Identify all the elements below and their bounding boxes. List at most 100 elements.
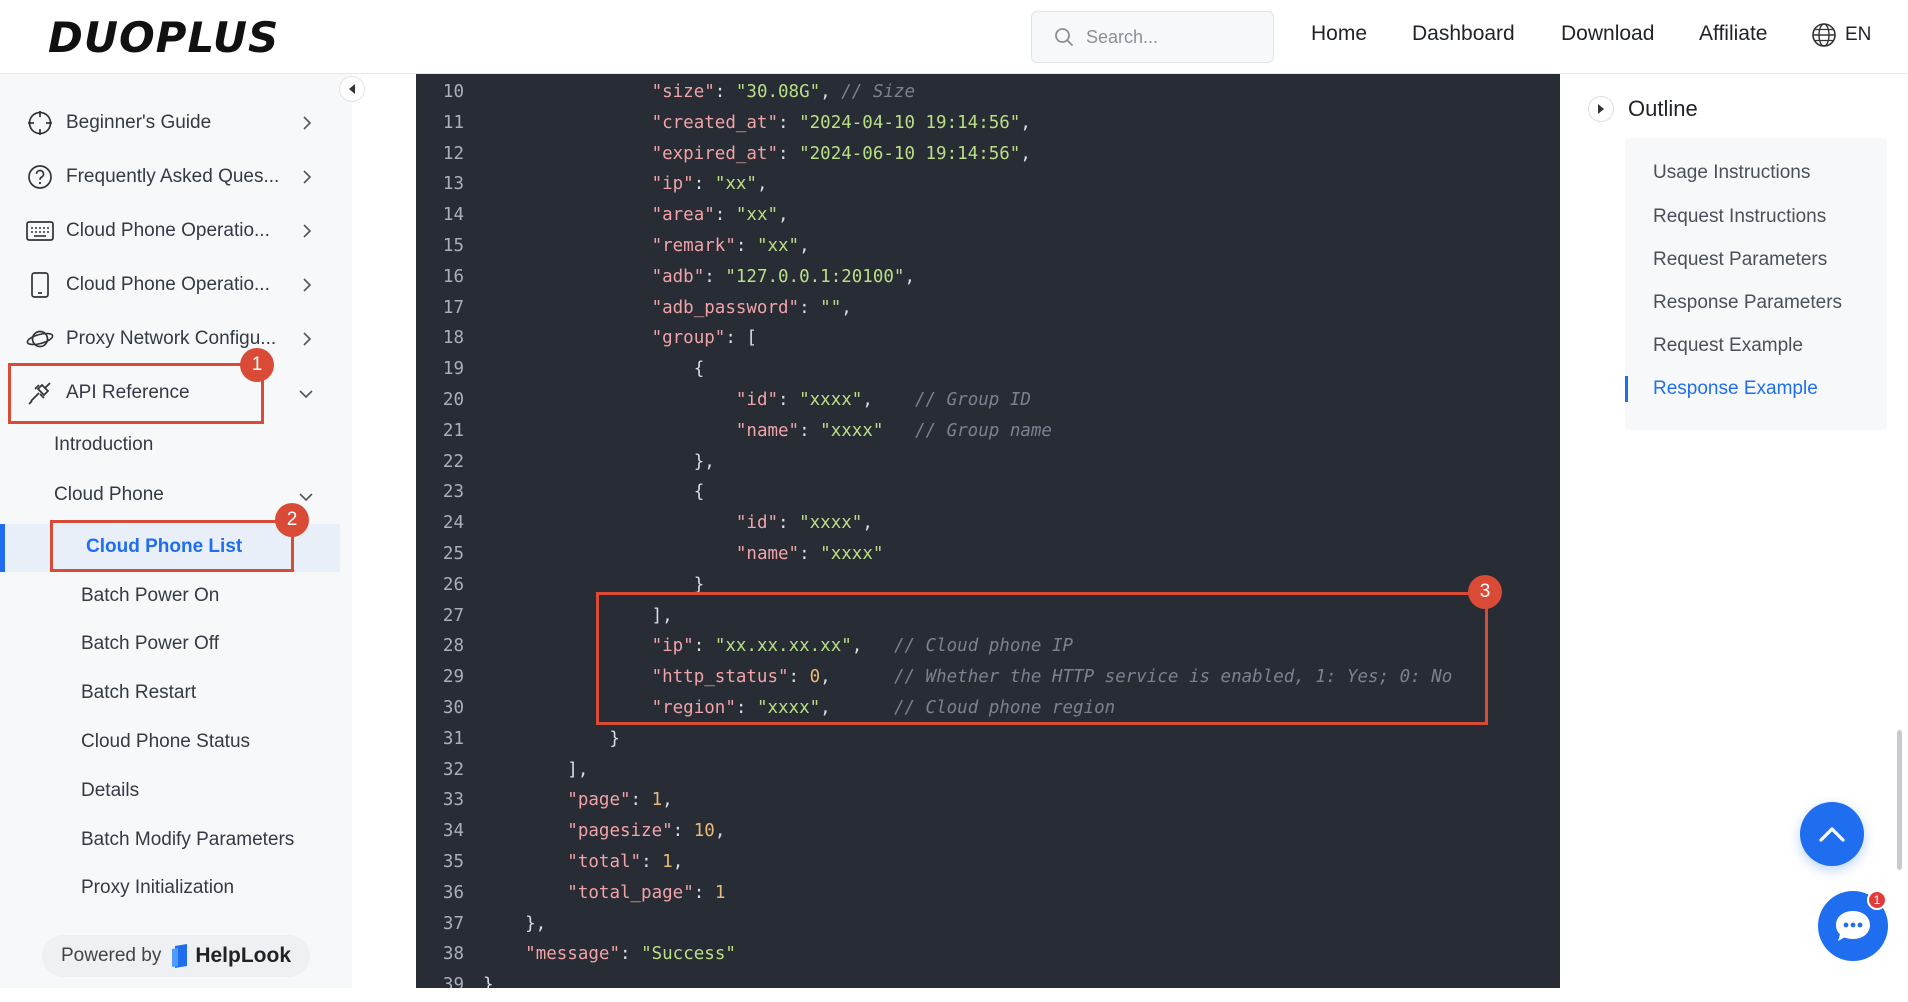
code-text: "remark": "xx", bbox=[651, 236, 810, 256]
code-text: "name": "xxxx" bbox=[735, 544, 884, 564]
line-number: 16 bbox=[442, 266, 464, 287]
language-selector[interactable]: EN bbox=[1811, 22, 1871, 48]
line-number: 10 bbox=[442, 82, 464, 102]
line-number: 20 bbox=[442, 390, 464, 410]
caret-right-icon bbox=[1598, 104, 1604, 114]
sidebar-item-proxy-initialization[interactable]: Proxy Initialization bbox=[81, 877, 234, 899]
line-number: 38 bbox=[442, 944, 464, 965]
outline-item-request-parameters[interactable]: Request Parameters bbox=[1653, 249, 1827, 271]
powered-by-label: Powered by bbox=[60, 945, 162, 966]
sidebar-item-cloud-phone[interactable]: Cloud Phone bbox=[54, 484, 164, 506]
code-line: 24 "id": "xxxx", bbox=[416, 508, 1560, 538]
code-line: 14 "area": "xx", bbox=[416, 200, 1560, 230]
line-number: 11 bbox=[442, 112, 464, 133]
line-number: 29 bbox=[442, 667, 464, 688]
sidebar-item-beginners-guide[interactable]: Beginner's Guide bbox=[26, 103, 316, 143]
code-text: }, bbox=[483, 451, 715, 472]
line-number: 21 bbox=[442, 420, 464, 441]
sidebar-item-batch-modify-parameters[interactable]: Batch Modify Parameters bbox=[81, 829, 294, 851]
annotation-box-2 bbox=[50, 520, 294, 572]
crosshair-icon bbox=[28, 111, 52, 135]
annotation-box-1 bbox=[8, 363, 264, 424]
code-text: "total": 1, bbox=[567, 852, 684, 872]
code-line: 18 "group": [ bbox=[416, 323, 1560, 353]
code-line: 32 ], bbox=[416, 755, 1560, 785]
sidebar-item-cloud-phone-operation-1[interactable]: Cloud Phone Operatio... bbox=[26, 211, 316, 251]
code-text: }, bbox=[483, 913, 547, 934]
code-text: "id": "xxxx", bbox=[735, 513, 873, 534]
code-line: 16 "adb": "127.0.0.1:20100", bbox=[416, 262, 1560, 292]
code-text: "area": "xx", bbox=[651, 205, 789, 226]
helplook-brand: HelpLook bbox=[195, 944, 291, 967]
sidebar-item-label: Cloud Phone Operatio... bbox=[66, 220, 270, 241]
outline-item-request-example[interactable]: Request Example bbox=[1653, 335, 1803, 357]
chevron-up-icon bbox=[1819, 827, 1845, 842]
keyboard-icon bbox=[26, 221, 54, 241]
line-number: 17 bbox=[442, 297, 464, 318]
nav-dashboard[interactable]: Dashboard bbox=[1412, 22, 1515, 46]
line-number: 32 bbox=[442, 759, 464, 780]
line-number: 13 bbox=[442, 174, 464, 195]
active-indicator bbox=[0, 524, 5, 572]
code-text: ], bbox=[483, 759, 589, 780]
code-line: 35 "total": 1, bbox=[416, 847, 1560, 877]
question-circle-icon bbox=[28, 165, 52, 189]
sidebar-item-details[interactable]: Details bbox=[81, 780, 139, 802]
code-text: "expired_at": "2024-06-10 19:14:56", bbox=[651, 143, 1031, 164]
code-line: 21 "name": "xxxx" // Group name bbox=[416, 416, 1560, 446]
chevron-down-icon bbox=[299, 493, 313, 502]
search-icon bbox=[1055, 28, 1073, 46]
back-to-top-button[interactable] bbox=[1800, 802, 1864, 866]
search-box[interactable] bbox=[1031, 11, 1274, 63]
top-header: DUOPLUS Home Dashboard Download Affiliat… bbox=[0, 0, 1908, 74]
outline-item-request-instructions[interactable]: Request Instructions bbox=[1653, 206, 1826, 228]
sidebar-item-batch-restart[interactable]: Batch Restart bbox=[81, 682, 196, 704]
line-number: 34 bbox=[442, 821, 464, 842]
code-text: { bbox=[483, 482, 705, 503]
annotation-box-3 bbox=[596, 592, 1488, 725]
sidebar-item-cloud-phone-status[interactable]: Cloud Phone Status bbox=[81, 731, 250, 753]
outline-item-response-example[interactable]: Response Example bbox=[1653, 378, 1818, 400]
code-line: 37 }, bbox=[416, 909, 1560, 939]
code-line: 34 "pagesize": 10, bbox=[416, 816, 1560, 846]
outline-item-response-parameters[interactable]: Response Parameters bbox=[1653, 292, 1842, 314]
globe-icon bbox=[1812, 23, 1836, 47]
sidebar-item-batch-power-off[interactable]: Batch Power Off bbox=[81, 633, 219, 655]
sidebar-item-faq[interactable]: Frequently Asked Ques... bbox=[26, 157, 316, 197]
nav-download[interactable]: Download bbox=[1561, 22, 1654, 46]
sidebar-collapse-button[interactable] bbox=[339, 76, 365, 102]
outline-item-usage-instructions[interactable]: Usage Instructions bbox=[1653, 162, 1810, 184]
code-line: 31 } bbox=[416, 724, 1560, 754]
line-number: 14 bbox=[442, 205, 464, 226]
code-text: "size": "30.08G", // Size bbox=[651, 82, 916, 102]
sidebar-item-batch-power-on[interactable]: Batch Power On bbox=[81, 585, 219, 607]
nav-affiliate[interactable]: Affiliate bbox=[1699, 22, 1768, 46]
code-text: "created_at": "2024-04-10 19:14:56", bbox=[651, 112, 1031, 133]
chat-notification-badge: 1 bbox=[1867, 890, 1887, 910]
page-scrollbar[interactable] bbox=[1897, 730, 1902, 870]
sidebar-item-cloud-phone-operation-2[interactable]: Cloud Phone Operatio... bbox=[26, 265, 316, 305]
language-label: EN bbox=[1845, 24, 1872, 45]
nav-home[interactable]: Home bbox=[1311, 22, 1367, 46]
powered-by-badge[interactable]: Powered by HelpLook bbox=[42, 935, 310, 977]
search-input[interactable] bbox=[1086, 26, 1256, 48]
line-number: 19 bbox=[442, 359, 464, 380]
chevron-right-icon bbox=[303, 278, 312, 292]
code-text: "id": "xxxx", // Group ID bbox=[735, 390, 1031, 410]
sidebar-item-proxy-network[interactable]: Proxy Network Configu... bbox=[26, 319, 316, 359]
line-number: 23 bbox=[442, 482, 464, 503]
code-line: 36 "total_page": 1 bbox=[416, 878, 1560, 908]
sidebar-item-label: Beginner's Guide bbox=[66, 112, 212, 133]
duoplus-logo[interactable]: DUOPLUS bbox=[48, 13, 279, 62]
line-number: 31 bbox=[442, 728, 464, 749]
code-text: { bbox=[483, 359, 705, 380]
outline-header[interactable]: Outline bbox=[1588, 96, 1698, 122]
code-line: 11 "created_at": "2024-04-10 19:14:56", bbox=[416, 108, 1560, 138]
chevron-right-icon bbox=[303, 224, 312, 238]
annotation-badge-1: 1 bbox=[240, 348, 274, 382]
sidebar-item-introduction[interactable]: Introduction bbox=[54, 434, 153, 456]
code-line: 25 "name": "xxxx" bbox=[416, 539, 1560, 569]
code-line: 10 "size": "30.08G", // Size bbox=[416, 77, 1560, 107]
annotation-badge-2: 2 bbox=[275, 503, 309, 537]
code-line: 22 }, bbox=[416, 447, 1560, 477]
